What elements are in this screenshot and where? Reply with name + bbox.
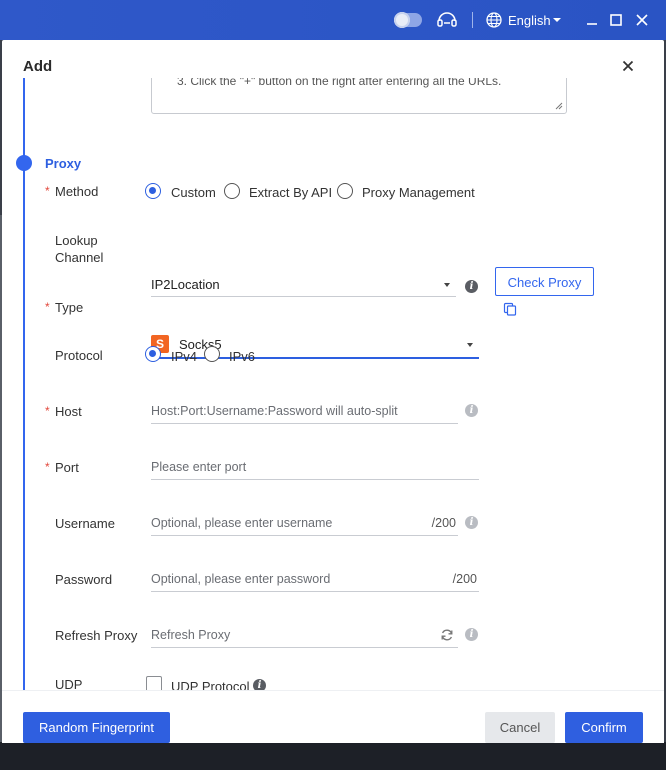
lookup-channel-select[interactable]: IP2Location (151, 274, 456, 297)
support-icon[interactable] (436, 10, 458, 30)
refresh-proxy-label: Refresh Proxy (55, 628, 138, 643)
lookup-label-line1: Lookup (55, 233, 98, 248)
add-modal: Add 3. Click the "+" button on the right… (2, 40, 664, 743)
host-input[interactable]: Host:Port:Username:Password will auto-sp… (151, 401, 458, 424)
method-radio-extract[interactable] (224, 183, 240, 199)
resize-grip-icon[interactable] (555, 102, 563, 110)
section-title-proxy: Proxy (45, 156, 82, 171)
modal-body[interactable]: 3. Click the "+" button on the right aft… (2, 78, 664, 692)
host-label: Host (55, 404, 82, 419)
cancel-button[interactable]: Cancel (485, 712, 555, 743)
language-selector[interactable]: English (508, 13, 551, 28)
topbar-separator (472, 12, 473, 28)
username-input[interactable]: Optional, please enter username /200 (151, 513, 458, 536)
port-label: Port (55, 460, 79, 475)
required-mark: * (45, 460, 50, 474)
modal-title: Add (23, 58, 53, 75)
close-icon[interactable] (618, 56, 638, 76)
info-icon[interactable]: i (465, 628, 478, 641)
info-icon[interactable]: i (465, 404, 478, 417)
password-label: Password (55, 572, 113, 587)
port-input[interactable]: Please enter port (151, 457, 479, 480)
app-top-bar: English (0, 0, 666, 40)
required-mark: * (45, 404, 50, 418)
minimize-icon[interactable] (582, 10, 602, 30)
method-radio-management[interactable] (337, 183, 353, 199)
maximize-icon[interactable] (606, 10, 626, 30)
theme-toggle-knob (394, 12, 410, 28)
refresh-icon[interactable] (440, 628, 454, 642)
background-strip (0, 742, 666, 770)
chevron-down-icon (467, 343, 473, 347)
password-placeholder: Optional, please enter password (151, 572, 331, 586)
refresh-proxy-placeholder: Refresh Proxy (151, 628, 231, 642)
copy-icon[interactable] (503, 302, 517, 316)
close-icon[interactable] (632, 10, 652, 30)
protocol-option-ipv4[interactable]: IPv4 (171, 349, 197, 364)
check-proxy-button[interactable]: Check Proxy (495, 267, 594, 296)
protocol-radio-ipv4[interactable] (145, 346, 161, 362)
required-mark: * (45, 300, 50, 314)
refresh-proxy-input[interactable]: Refresh Proxy (151, 625, 458, 648)
username-placeholder: Optional, please enter username (151, 516, 333, 530)
url-textarea[interactable]: 3. Click the "+" button on the right aft… (151, 78, 567, 114)
method-option-extract[interactable]: Extract By API (249, 185, 332, 200)
chevron-down-icon (444, 283, 450, 287)
method-label: Method (55, 184, 99, 199)
username-counter: /200 (431, 516, 456, 530)
confirm-button[interactable]: Confirm (565, 712, 643, 743)
host-placeholder: Host:Port:Username:Password will auto-sp… (151, 404, 398, 418)
protocol-label: Protocol (55, 348, 103, 363)
textarea-text: 3. Click the "+" button on the right aft… (177, 78, 502, 88)
method-radio-custom[interactable] (145, 183, 161, 199)
port-placeholder: Please enter port (151, 460, 247, 474)
random-fingerprint-button[interactable]: Random Fingerprint (23, 712, 170, 743)
globe-icon[interactable] (486, 12, 502, 28)
protocol-radio-ipv6[interactable] (204, 346, 220, 362)
protocol-option-ipv6[interactable]: IPv6 (229, 349, 255, 364)
password-counter: /200 (452, 572, 477, 586)
info-icon[interactable]: i (465, 516, 478, 529)
info-icon[interactable]: i (465, 280, 478, 293)
lookup-label-line2: Channel (55, 250, 104, 265)
type-label: Type (55, 300, 84, 315)
chevron-down-icon[interactable] (553, 18, 561, 22)
required-mark: * (45, 184, 50, 198)
type-select[interactable]: S Socks5 (151, 335, 479, 359)
password-input[interactable]: Optional, please enter password /200 (151, 569, 479, 592)
username-label: Username (55, 516, 115, 531)
lookup-value: IP2Location (151, 277, 220, 292)
method-option-custom[interactable]: Custom (171, 185, 216, 200)
step-dot (16, 155, 32, 171)
method-option-management[interactable]: Proxy Management (362, 185, 475, 200)
theme-toggle[interactable] (394, 12, 422, 28)
modal-footer: Random Fingerprint Cancel Confirm (2, 690, 664, 743)
